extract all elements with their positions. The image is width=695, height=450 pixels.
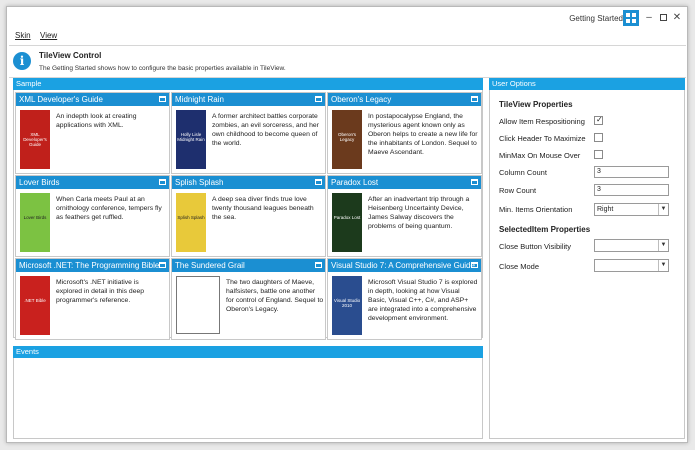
book-cover-image: Paradox Lost (332, 193, 362, 252)
cover-title: XML Developer's Guide (23, 132, 47, 147)
chevron-down-icon[interactable]: ▼ (658, 260, 668, 271)
book-cover-image: Splish Splash (176, 193, 206, 252)
tileview-properties-heading: TileView Properties (499, 100, 573, 109)
tile-header[interactable]: Visual Studio 7: A Comprehensive Guide (328, 259, 481, 272)
tile-description: In postapocalypse England, the mysteriou… (368, 113, 478, 156)
maximize-icon[interactable] (159, 262, 166, 268)
tile-description: An indepth look at creating applications… (56, 113, 137, 129)
cover-title: Lover Birds (23, 215, 47, 220)
allow-reposition-checkbox[interactable]: ✓ (594, 115, 603, 125)
minmax-hover-checkbox[interactable] (594, 150, 603, 159)
menu-skin[interactable]: Skin (15, 31, 31, 40)
book-cover-image: Oberon's Legacy (332, 110, 362, 169)
close-mode-select[interactable]: ▼ (594, 259, 669, 272)
book-cover-image: Visual Studio 2010 (332, 276, 362, 335)
selected-item-properties-heading: SelectedItem Properties (499, 225, 591, 234)
row-count-label: Row Count (499, 186, 537, 195)
book-cover-image (176, 276, 220, 334)
maximize-icon[interactable] (159, 96, 166, 102)
window-title: Getting Started (569, 14, 623, 23)
tile-description: After an inadvertant trip through a Heis… (368, 196, 470, 230)
main-window: Getting Started – ✕ Skin View i TileView… (6, 6, 688, 443)
tile-header[interactable]: XML Developer's Guide (16, 93, 169, 106)
tile-description: Microsoft's .NET initiative is explored … (56, 279, 145, 304)
tile-header[interactable]: The Sundered Grail (172, 259, 325, 272)
chevron-down-icon[interactable]: ▼ (658, 240, 668, 251)
maximize-icon[interactable] (471, 96, 478, 102)
min-orientation-select[interactable]: Right ▼ (594, 203, 669, 216)
tile-item[interactable]: Paradox Lost Paradox Lost After an inadver… (327, 175, 482, 257)
chevron-down-icon[interactable]: ▼ (658, 204, 668, 215)
book-cover-image: .NET Bible (20, 276, 50, 335)
minimize-button[interactable]: – (643, 12, 655, 24)
tile-header[interactable]: Midnight Rain (172, 93, 325, 106)
cover-title: .NET Bible (24, 298, 46, 303)
menu-bar: Skin View (7, 30, 687, 42)
book-cover-image: XML Developer's Guide (20, 110, 50, 169)
tile-item[interactable]: Splish Splash Splish Splash A deep sea div… (171, 175, 326, 257)
maximize-icon[interactable] (315, 179, 322, 185)
maximize-icon[interactable] (471, 179, 478, 185)
tile-header[interactable]: Oberon's Legacy (328, 93, 481, 106)
tile-description: When Carla meets Paul at an ornithology … (56, 196, 162, 221)
book-cover-image: Lover Birds (20, 193, 50, 252)
close-button[interactable]: ✕ (671, 12, 683, 24)
cover-title: Oberon's Legacy (337, 132, 357, 142)
title-bar: Getting Started – ✕ (7, 7, 687, 29)
close-visibility-select[interactable]: ▼ (594, 239, 669, 252)
menu-view[interactable]: View (40, 31, 57, 40)
book-cover-image: Holly Lisle Midnight Rain (176, 110, 206, 169)
user-options-header: User Options (489, 78, 685, 90)
cover-title: Visual Studio 2010 (333, 298, 361, 308)
column-count-label: Column Count (499, 168, 547, 177)
maximize-icon[interactable] (315, 262, 322, 268)
row-count-input[interactable]: 3 (594, 184, 669, 196)
info-title: TileView Control (39, 51, 102, 60)
tile-item[interactable]: Lover Birds Lover Birds When Carla meets P… (15, 175, 170, 257)
tile-header[interactable]: Paradox Lost (328, 176, 481, 189)
tile-description: A deep sea diver finds true love twenty … (212, 196, 314, 221)
maximize-icon[interactable] (159, 179, 166, 185)
close-mode-label: Close Mode (499, 262, 540, 271)
min-orientation-label: Min. Items Orientation (499, 205, 573, 214)
tile-header[interactable]: Microsoft .NET: The Programming Bible (16, 259, 169, 272)
minmax-hover-label: MinMax On Mouse Over (499, 151, 581, 160)
click-header-checkbox[interactable] (594, 133, 603, 142)
tile-item[interactable]: Oberon's Legacy Oberon's Legacy In postapo… (327, 92, 482, 174)
tile-item[interactable]: Microsoft .NET: The Programming Bible .NE… (15, 258, 170, 340)
cover-title: Paradox Lost (333, 215, 361, 220)
tile-description: A former architect battles corporate zom… (212, 113, 319, 147)
cover-title: Splish Splash (177, 215, 205, 220)
tile-description: Microsoft Visual Studio 7 is explored in… (368, 279, 478, 322)
maximize-icon[interactable] (471, 262, 478, 268)
tiles-icon[interactable] (623, 10, 639, 26)
click-header-label: Click Header To Maximize (499, 134, 586, 143)
tile-item[interactable]: The Sundered Grail The two daughters of M… (171, 258, 326, 340)
column-count-input[interactable]: 3 (594, 166, 669, 178)
tile-header[interactable]: Splish Splash (172, 176, 325, 189)
allow-reposition-label: Allow Item Respositioning (499, 117, 585, 126)
tile-item[interactable]: Midnight Rain Holly Lisle Midnight Rain A … (171, 92, 326, 174)
min-orientation-value: Right (597, 206, 614, 213)
events-header: Events (13, 346, 483, 358)
tile-header[interactable]: Lover Birds (16, 176, 169, 189)
sample-header: Sample (13, 78, 483, 90)
events-panel (13, 346, 483, 439)
maximize-button[interactable] (657, 12, 669, 24)
info-bar: i TileView Control The Getting Started s… (9, 45, 686, 78)
close-visibility-label: Close Button Visibility (499, 242, 571, 251)
info-description: The Getting Started shows how to configu… (39, 65, 286, 72)
info-icon: i (13, 52, 31, 70)
tile-item[interactable]: Visual Studio 7: A Comprehensive Guide Vi… (327, 258, 482, 340)
maximize-icon[interactable] (315, 96, 322, 102)
check-icon: ✓ (596, 115, 603, 124)
tile-description: The two daughters of Maeve, halfsisters,… (226, 279, 324, 313)
cover-title: Holly Lisle Midnight Rain (177, 132, 205, 142)
tile-item[interactable]: XML Developer's Guide XML Developer's Gui… (15, 92, 170, 174)
